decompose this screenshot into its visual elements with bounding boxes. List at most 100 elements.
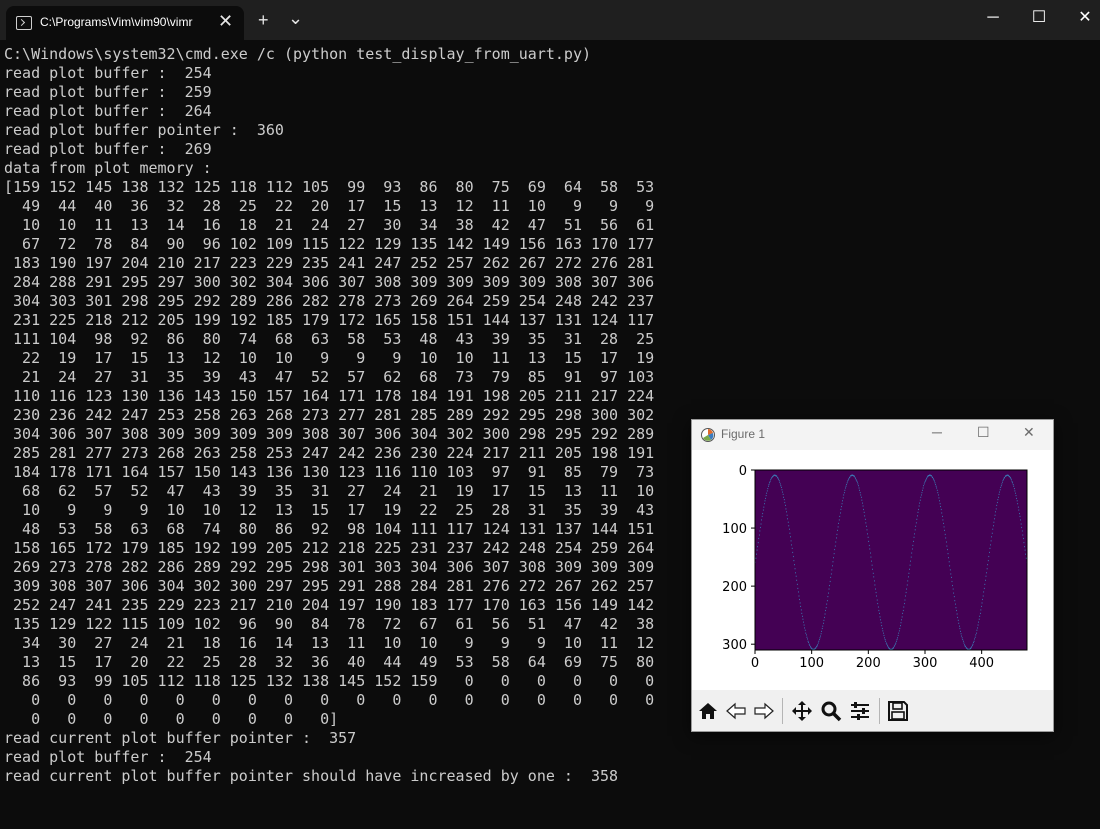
trace-point [977, 627, 978, 629]
trace-point [809, 645, 811, 648]
home-icon[interactable] [695, 698, 721, 724]
trace-point [939, 500, 940, 502]
trace-point [898, 630, 900, 632]
trace-point [910, 560, 911, 562]
forward-arrow-icon[interactable] [751, 698, 777, 724]
trace-point [769, 482, 770, 484]
matplotlib-logo-icon [701, 428, 715, 442]
trace-point [901, 616, 903, 618]
figure-maximize-button[interactable]: ☐ [977, 424, 990, 441]
trace-point [829, 584, 830, 587]
trace-point [1010, 478, 1012, 480]
terminal-close-button[interactable]: ✕ [1062, 8, 1100, 28]
terminal-minimize-button[interactable]: ─ [970, 8, 1016, 28]
tab-dropdown-chevron-icon[interactable]: ⌄ [288, 8, 303, 28]
trace-point [917, 515, 918, 517]
trace-point [830, 573, 832, 575]
trace-point [915, 525, 917, 527]
trace-point [1013, 487, 1015, 490]
trace-point [880, 622, 882, 624]
trace-point [987, 559, 989, 562]
console-line: 284 288 291 295 297 300 302 304 306 307 … [4, 273, 655, 291]
trace-point [822, 625, 824, 627]
back-arrow-icon[interactable] [723, 698, 749, 724]
plot-area[interactable]: 0 100 200 300 400 0 100 200 300 [692, 450, 1053, 690]
trace-point [792, 551, 794, 554]
trace-point [893, 645, 895, 648]
trace-point [765, 497, 766, 500]
trace-point [1023, 537, 1024, 540]
console-line: 135 129 122 115 109 102 96 90 84 78 72 6… [4, 615, 655, 633]
terminal-maximize-button[interactable]: ☐ [1016, 8, 1062, 28]
zoom-magnifier-icon[interactable] [818, 698, 844, 724]
trace-point [847, 480, 849, 482]
pan-move-icon[interactable] [789, 698, 815, 724]
trace-point [980, 609, 982, 611]
console-line: 10 10 11 13 14 16 18 21 24 27 30 34 38 4… [4, 216, 655, 234]
trace-point [918, 508, 919, 511]
trace-point [999, 489, 1001, 491]
trace-point [758, 534, 760, 536]
trace-point [921, 492, 923, 494]
figure-close-button[interactable]: ✕ [1023, 424, 1035, 441]
trace-point [849, 476, 851, 478]
trace-point [914, 533, 915, 535]
trace-point [864, 518, 866, 520]
trace-point [951, 580, 953, 583]
trace-point [1001, 483, 1003, 485]
trace-point [936, 487, 938, 489]
trace-point [993, 525, 994, 527]
trace-point [939, 503, 941, 505]
figure-minimize-button[interactable]: ─ [932, 424, 942, 440]
trace-point [821, 627, 823, 630]
console-line: 13 15 17 20 22 25 28 32 36 40 44 49 53 5… [4, 653, 655, 671]
trace-point [902, 612, 904, 615]
configure-subplots-icon[interactable] [847, 698, 873, 724]
tab-close-icon[interactable]: ✕ [218, 11, 233, 31]
trace-point [884, 637, 885, 639]
new-tab-button[interactable]: + [258, 10, 269, 30]
console-line: 231 225 218 212 205 199 192 185 179 172 … [4, 311, 655, 329]
trace-point [1011, 479, 1012, 481]
heatmap-background [755, 470, 1027, 650]
trace-point [917, 511, 919, 513]
terminal-tab[interactable]: C:\Programs\Vim\vim90\vimr ✕ [6, 6, 244, 40]
trace-point [825, 607, 827, 609]
trace-point [997, 499, 999, 501]
plot-canvas[interactable]: 0 100 200 300 400 0 100 200 300 [692, 450, 1053, 690]
trace-point [908, 576, 909, 578]
console-line: read plot buffer pointer : 360 [4, 121, 284, 139]
trace-point [847, 479, 849, 481]
save-disk-icon[interactable] [885, 698, 911, 724]
trace-point [992, 528, 994, 530]
trace-point [982, 595, 984, 597]
trace-point [808, 641, 809, 644]
console-line: 252 247 241 235 229 223 217 210 204 197 … [4, 596, 655, 614]
console-output[interactable]: C:\Windows\system32\cmd.exe /c (python t… [4, 45, 654, 786]
trace-point [823, 622, 824, 624]
trace-point [897, 637, 898, 639]
trace-point [970, 647, 972, 649]
trace-point [1020, 519, 1021, 521]
trace-point [877, 602, 879, 605]
figure-title: Figure 1 [721, 427, 766, 441]
trace-point [938, 497, 940, 499]
trace-point [846, 482, 848, 484]
trace-point [943, 522, 944, 525]
trace-point [999, 491, 1000, 493]
trace-point [777, 477, 779, 479]
trace-point [757, 546, 758, 548]
trace-point [845, 487, 846, 489]
trace-point [938, 494, 939, 496]
trace-point [802, 615, 803, 617]
trace-point [832, 561, 834, 563]
trace-point [964, 644, 965, 646]
trace-point [862, 502, 863, 504]
trace-point [761, 515, 763, 518]
console-line: 285 281 277 273 268 263 258 253 247 242 … [4, 444, 655, 462]
trace-point [876, 595, 877, 597]
trace-point [886, 643, 888, 645]
trace-point [797, 587, 799, 590]
trace-point [1012, 483, 1014, 486]
trace-point [842, 497, 844, 499]
